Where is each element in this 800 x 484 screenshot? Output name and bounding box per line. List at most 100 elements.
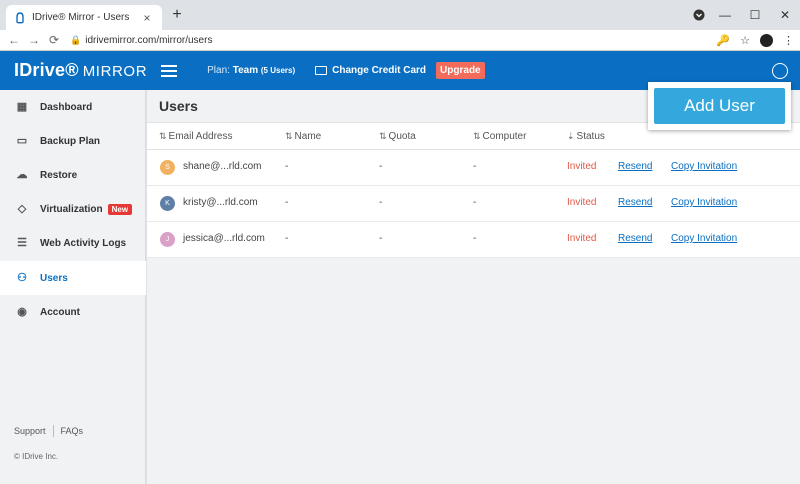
add-user-button[interactable]: Add User (654, 88, 785, 124)
sidebar-item-restore[interactable]: ☁ Restore (0, 158, 146, 192)
tab-close-icon[interactable]: × (140, 11, 154, 25)
column-header-computer[interactable]: ⇅ Computer (473, 131, 526, 142)
copy-invitation-link[interactable]: Copy Invitation (671, 233, 737, 244)
change-credit-card-link[interactable]: Change Credit Card (315, 65, 426, 76)
profile-icon[interactable] (760, 34, 773, 47)
change-card-label: Change Credit Card (332, 65, 427, 76)
plan-users: (5 Users) (260, 66, 296, 75)
table-row: J jessica@...rld.com - - - Invited Resen… (147, 222, 800, 258)
avatar: K (160, 196, 175, 211)
star-icon[interactable]: ☆ (740, 34, 750, 47)
sort-icon: ⇅ (379, 131, 387, 141)
sidebar-item-label: Users (40, 272, 68, 284)
sidebar-item-label: Account (40, 306, 80, 318)
account-icon: ◉ (17, 306, 27, 318)
email-cell: shane@...rld.com (183, 161, 262, 172)
plan-info: Plan: Team (5 Users) (207, 65, 295, 76)
status-badge: Invited (567, 233, 597, 244)
sidebar-item-virtualization[interactable]: ◇ Virtualization New (0, 192, 146, 226)
quota-cell: - (379, 197, 383, 208)
address-bar: ← → ⟳ 🔒 idrivemirror.com/mirror/users 🔑 … (0, 30, 800, 51)
resend-link[interactable]: Resend (618, 233, 652, 244)
sidebar-item-label: Web Activity Logs (40, 237, 127, 249)
close-window-button[interactable]: ✕ (770, 0, 800, 30)
name-cell: - (285, 197, 289, 208)
sidebar-item-label: Restore (40, 169, 78, 181)
lock-icon: 🔒 (70, 34, 82, 45)
status-badge: Invited (567, 161, 597, 172)
sidebar-item-label: Dashboard (40, 101, 93, 113)
avatar: S (160, 160, 175, 175)
sidebar-item-backup-plan[interactable]: ▭ Backup Plan (0, 124, 146, 158)
users-table: ⇅ Email Address ⇅ Name ⇅ Quota ⇅ Compute… (147, 122, 800, 258)
status-badge: Invited (567, 197, 597, 208)
page-title: Users (159, 98, 198, 114)
copyright-text: © IDrive Inc. (14, 452, 59, 461)
url-text: idrivemirror.com/mirror/users (85, 34, 213, 46)
sort-icon: ⇅ (159, 131, 167, 141)
avatar: J (160, 232, 175, 247)
sort-icon: ⇅ (285, 131, 293, 141)
credit-card-icon (315, 66, 328, 75)
maximize-button[interactable]: ☐ (740, 0, 770, 30)
dashboard-icon: ▦ (16, 101, 28, 113)
sidebar-item-label: Backup Plan (40, 135, 101, 147)
sidebar-item-account[interactable]: ◉ Account (0, 295, 146, 329)
add-user-callout: Add User (648, 82, 791, 130)
user-profile-icon[interactable] (772, 63, 788, 79)
computer-cell: - (473, 161, 477, 172)
table-row: S shane@...rld.com - - - Invited Resend … (147, 150, 800, 186)
plan-label: Plan: (207, 65, 230, 76)
faqs-link[interactable]: FAQs (61, 426, 84, 436)
sidebar-item-dashboard[interactable]: ▦ Dashboard (0, 90, 146, 124)
plan-name: Team (232, 65, 259, 76)
idrive-mirror-logo[interactable]: IDrive® MIRROR (14, 60, 147, 81)
logo-main: IDrive® (14, 60, 79, 80)
column-header-quota[interactable]: ⇅ Quota (379, 131, 416, 142)
main-content: Users ⇅ Email Address ⇅ Name ⇅ Quota ⇅ C… (147, 90, 800, 484)
cloud-icon: ☁ (16, 169, 28, 181)
sidebar-item-web-activity-logs[interactable]: ☰ Web Activity Logs (0, 226, 146, 260)
key-icon[interactable]: 🔑 (716, 34, 730, 47)
url-field[interactable]: 🔒 idrivemirror.com/mirror/users (70, 35, 212, 46)
quota-cell: - (379, 161, 383, 172)
hamburger-menu-icon[interactable] (161, 64, 178, 77)
browser-tab[interactable]: IDrive® Mirror - Users × (6, 5, 162, 30)
cube-icon: ◇ (17, 203, 27, 215)
sidebar-item-label: Virtualization (40, 203, 103, 215)
sort-icon: ⇅ (473, 131, 481, 141)
email-cell: kristy@...rld.com (183, 197, 258, 208)
footer-divider (52, 425, 54, 437)
forward-button[interactable]: → (24, 33, 44, 47)
computer-cell: - (473, 233, 477, 244)
back-button[interactable]: ← (4, 33, 24, 47)
minimize-button[interactable]: — (710, 0, 740, 30)
resend-link[interactable]: Resend (618, 197, 652, 208)
new-tab-button[interactable]: + (168, 6, 186, 24)
copy-invitation-link[interactable]: Copy Invitation (671, 197, 737, 208)
column-header-name[interactable]: ⇅ Name (285, 131, 321, 142)
reload-button[interactable]: ⟳ (44, 33, 64, 47)
column-header-status[interactable]: ⇣ Status (567, 131, 605, 142)
computer-cell: - (473, 197, 477, 208)
users-icon: ⚇ (17, 272, 27, 284)
sidebar: ▦ Dashboard ▭ Backup Plan ☁ Restore ◇ Vi… (0, 90, 146, 484)
logo-sub: MIRROR (82, 63, 148, 80)
name-cell: - (285, 233, 289, 244)
logs-icon: ☰ (17, 237, 27, 249)
resend-link[interactable]: Resend (618, 161, 652, 172)
support-link[interactable]: Support (14, 426, 46, 436)
name-cell: - (285, 161, 289, 172)
tab-title: IDrive® Mirror - Users (32, 12, 130, 23)
copy-invitation-link[interactable]: Copy Invitation (671, 161, 737, 172)
column-header-email[interactable]: ⇅ Email Address (159, 131, 232, 142)
sidebar-footer-links: Support FAQs (14, 425, 83, 437)
browser-menu-icon[interactable]: ⋮ (783, 34, 794, 47)
idrive-favicon-icon (16, 11, 24, 23)
quota-cell: - (379, 233, 383, 244)
browser-tabstrip: IDrive® Mirror - Users × + — ☐ ✕ (0, 0, 800, 30)
sidebar-item-users[interactable]: ⚇ Users (0, 261, 146, 295)
sort-icon: ⇣ (567, 131, 575, 141)
email-cell: jessica@...rld.com (183, 233, 265, 244)
upgrade-button[interactable]: Upgrade (436, 62, 485, 79)
